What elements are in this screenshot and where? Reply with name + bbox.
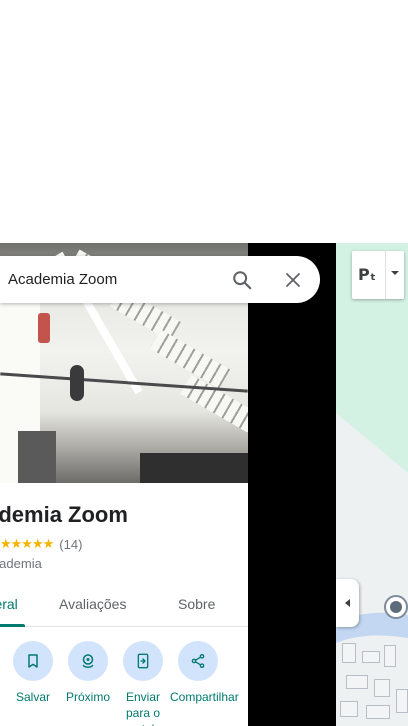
fire-extinguisher: [38, 313, 50, 343]
search-button[interactable]: [227, 265, 257, 295]
map-building: [374, 679, 390, 697]
tab-about[interactable]: Sobre: [178, 583, 215, 627]
search-icon: [233, 271, 252, 290]
floor-mat: [140, 453, 248, 483]
nearby-button[interactable]: Próximo: [60, 641, 116, 705]
nearby-label: Próximo: [65, 690, 110, 704]
map-building: [342, 643, 356, 663]
map-building: [346, 675, 368, 689]
search-input[interactable]: Academia Zoom: [8, 256, 117, 303]
map-building: [362, 651, 380, 663]
divider-bar: [248, 243, 336, 726]
tab-overview[interactable]: Visão geral: [0, 583, 18, 627]
place-title-clip: Academia Zoom: [0, 501, 248, 529]
clear-search-button[interactable]: [278, 265, 308, 295]
action-buttons: Salvar Próximo Enviar para o smartphone: [0, 641, 248, 726]
bookmark-icon: [28, 654, 38, 668]
bench: [18, 431, 56, 483]
layer-button-divider: [385, 251, 386, 299]
review-count[interactable]: (14): [59, 537, 82, 552]
blank-area: [0, 0, 408, 243]
map-layer-button[interactable]: Pₜ: [352, 251, 404, 299]
map-building: [384, 645, 396, 667]
tab-reviews[interactable]: Avaliações: [59, 583, 126, 627]
nearby-icon: [82, 654, 94, 668]
collapse-panel-button[interactable]: [336, 579, 359, 627]
send-to-phone-button[interactable]: Enviar para o smartphone: [115, 641, 178, 726]
save-button[interactable]: Salvar: [5, 641, 61, 705]
tab-active-indicator: [0, 624, 25, 627]
map-building: [340, 701, 358, 717]
close-icon: [286, 273, 300, 287]
place-marker[interactable]: [384, 595, 408, 619]
rating-stars: ★★★★★: [0, 536, 54, 551]
share-button[interactable]: Compartilhar: [170, 641, 239, 705]
marker-dot-icon: [390, 601, 402, 613]
rating-row[interactable]: ★★★★★ (14): [0, 536, 82, 552]
terrain-layer-icon: Pₜ: [358, 265, 376, 284]
place-category[interactable]: Academia: [0, 556, 42, 571]
weight-plate: [70, 365, 84, 401]
send-to-phone-label: Enviar para o smartphone: [115, 690, 178, 726]
place-panel: Academia Zoom ★★★★★ (14) Academia Visão …: [0, 243, 248, 726]
category-clip: Academia: [0, 556, 60, 574]
save-label: Salvar: [15, 690, 50, 704]
map-canvas[interactable]: [336, 243, 408, 726]
map-building: [396, 689, 408, 713]
place-tabs: Visão geral Avaliações Sobre: [0, 583, 248, 627]
search-box[interactable]: Academia Zoom: [0, 256, 320, 303]
share-label: Compartilhar: [170, 690, 239, 704]
place-title: Academia Zoom: [0, 502, 128, 527]
collapse-panel-icon: [344, 599, 350, 607]
share-icon: [191, 654, 205, 668]
chevron-down-icon[interactable]: [389, 267, 401, 279]
map-building: [366, 705, 390, 719]
send-to-phone-icon: [137, 653, 149, 669]
